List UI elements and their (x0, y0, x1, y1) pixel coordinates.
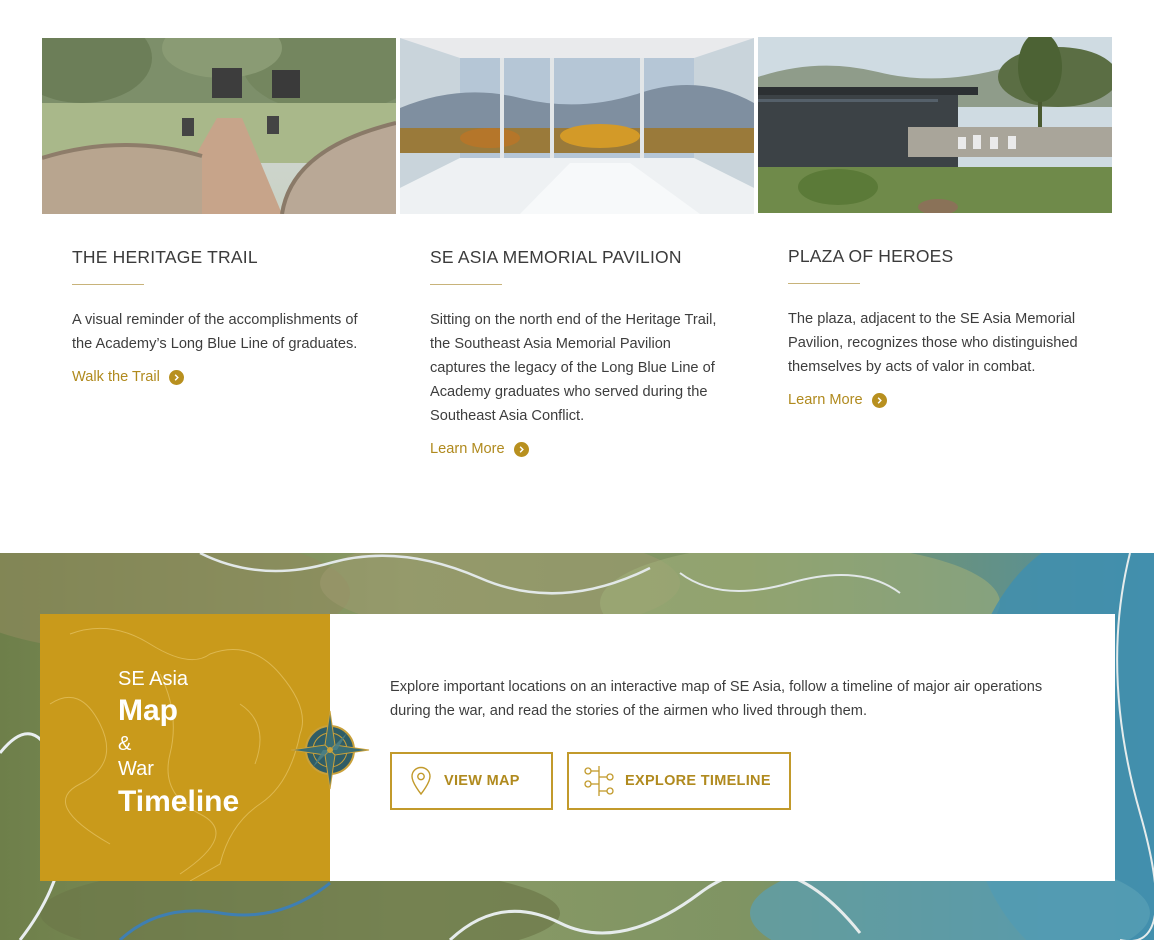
card-body: THE HERITAGE TRAIL A visual reminder of … (42, 247, 396, 386)
plaza-learn-more-link[interactable]: Learn More (788, 392, 887, 408)
map-pin-icon (411, 766, 431, 796)
link-label: Walk the Trail (72, 369, 160, 385)
card-title: THE HERITAGE TRAIL (72, 247, 258, 267)
pavilion-interior-photo[interactable] (400, 38, 754, 214)
explore-timeline-button[interactable]: EXPLORE TIMELINE (567, 752, 791, 810)
card-description: A visual reminder of the accomplishments… (72, 312, 358, 352)
chevron-right-icon (513, 441, 529, 457)
card-description: The plaza, adjacent to the SE Asia Memor… (788, 311, 1078, 375)
title-line-timeline: Timeline (118, 785, 240, 818)
map-timeline-content-panel: Explore important locations on an intera… (330, 614, 1115, 881)
walk-the-trail-link[interactable]: Walk the Trail (72, 369, 184, 385)
compass-rose-icon (290, 710, 370, 790)
feature-cards: THE HERITAGE TRAIL A visual reminder of … (42, 37, 1113, 508)
card-memorial-pavilion: SE ASIA MEMORIAL PAVILION Sitting on the… (400, 38, 754, 458)
card-title: SE ASIA MEMORIAL PAVILION (430, 247, 682, 267)
chevron-right-icon (871, 392, 887, 408)
title-line-map: Map (118, 694, 178, 727)
link-label: Learn More (788, 392, 863, 408)
card-heritage-trail: THE HERITAGE TRAIL A visual reminder of … (42, 38, 396, 386)
heritage-trail-photo[interactable] (42, 38, 396, 214)
card-plaza-of-heroes: PLAZA OF HEROES The plaza, adjacent to t… (758, 37, 1112, 409)
card-title: PLAZA OF HEROES (788, 246, 954, 266)
map-timeline-section: SE Asia Map & War Timeline Explore impor… (0, 553, 1154, 940)
panel-title: SE Asia Map & War Timeline (118, 666, 239, 822)
chevron-right-icon (168, 369, 184, 385)
explore-timeline-label: EXPLORE TIMELINE (625, 773, 771, 789)
title-line-ampersand: & (118, 733, 132, 755)
link-label: Learn More (430, 441, 505, 457)
card-body: PLAZA OF HEROES The plaza, adjacent to t… (758, 246, 1112, 409)
title-divider (788, 283, 860, 284)
view-map-label: VIEW MAP (444, 773, 520, 789)
view-map-button[interactable]: VIEW MAP (390, 752, 553, 810)
title-divider (430, 284, 502, 285)
title-divider (72, 284, 144, 285)
map-timeline-title-panel: SE Asia Map & War Timeline (40, 614, 330, 881)
card-description: Sitting on the north end of the Heritage… (430, 312, 717, 424)
card-body: SE ASIA MEMORIAL PAVILION Sitting on the… (400, 247, 754, 458)
plaza-of-heroes-photo[interactable] (758, 37, 1112, 213)
pavilion-learn-more-link[interactable]: Learn More (430, 441, 529, 457)
map-description: Explore important locations on an intera… (390, 679, 1043, 719)
title-line-se-asia: SE Asia (118, 668, 189, 690)
title-line-war: War (118, 758, 154, 780)
timeline-icon (584, 766, 614, 796)
